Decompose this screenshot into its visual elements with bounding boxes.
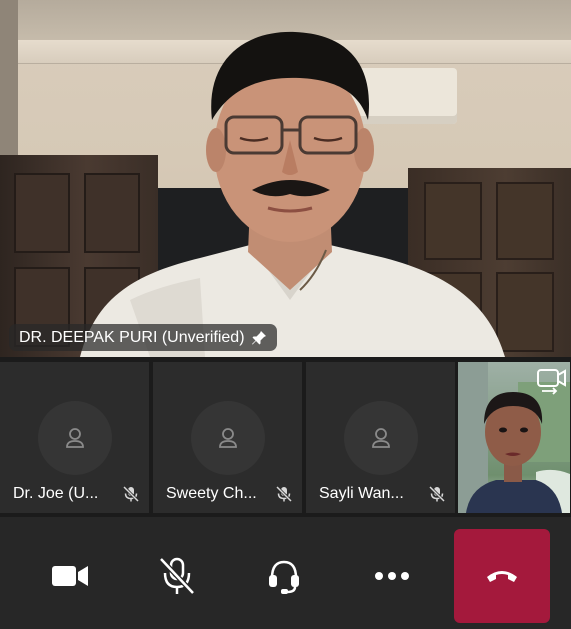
participant-name: Dr. Joe (U... — [13, 485, 99, 502]
hang-up-icon — [487, 571, 517, 582]
person-icon — [371, 428, 390, 448]
participant-tile[interactable]: Sayli Wan... — [306, 362, 455, 513]
end-call-button[interactable] — [454, 529, 550, 623]
self-view-tile[interactable] — [458, 362, 570, 513]
pin-icon — [251, 330, 266, 344]
participant-name: Sayli Wan... — [319, 485, 404, 502]
speaker-person — [80, 31, 505, 357]
call-control-bar — [0, 517, 571, 629]
mic-off-icon — [122, 485, 140, 503]
speaker-name-tag: DR. DEEPAK PURI (Unverified) — [9, 324, 277, 351]
camera-toggle-button[interactable] — [29, 529, 111, 623]
participant-name: Sweety Ch... — [166, 485, 257, 502]
main-video[interactable]: DR. DEEPAK PURI (Unverified) — [0, 0, 571, 357]
participant-avatar — [190, 401, 265, 475]
mic-off-icon — [428, 485, 446, 503]
participant-avatar — [343, 401, 418, 475]
speaker-name: DR. DEEPAK PURI (Unverified) — [19, 328, 245, 346]
participant-tile[interactable]: Dr. Joe (U... — [0, 362, 149, 513]
participant-tile[interactable]: Sweety Ch... — [153, 362, 302, 513]
switch-camera-icon[interactable] — [534, 364, 568, 396]
more-icon — [375, 572, 409, 580]
person-icon — [218, 428, 237, 448]
participant-avatar — [37, 401, 112, 475]
video-camera-icon — [52, 566, 88, 586]
more-options-button[interactable] — [351, 529, 433, 623]
headset-icon — [269, 560, 299, 594]
mic-off-icon — [159, 557, 195, 595]
audio-output-button[interactable] — [243, 529, 325, 623]
mic-off-icon — [275, 485, 293, 503]
person-icon — [65, 428, 84, 448]
microphone-toggle-button[interactable] — [136, 529, 218, 623]
